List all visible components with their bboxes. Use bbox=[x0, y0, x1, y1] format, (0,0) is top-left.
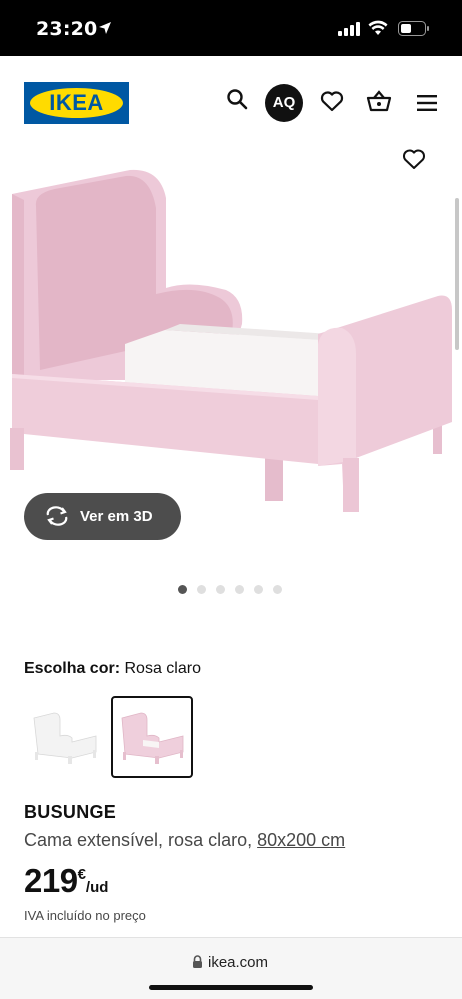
menu-icon[interactable] bbox=[416, 94, 438, 117]
url-text[interactable]: ikea.com bbox=[208, 954, 268, 971]
product-type: Cama extensível, rosa claro, bbox=[24, 830, 253, 850]
cellular-signal-icon bbox=[338, 22, 360, 41]
gallery-dot-1[interactable] bbox=[178, 585, 187, 594]
home-indicator[interactable] bbox=[149, 985, 313, 990]
color-swatch-white[interactable] bbox=[24, 696, 106, 778]
color-swatch-pink-selected[interactable] bbox=[111, 696, 193, 778]
gallery-dot-2[interactable] bbox=[197, 585, 206, 594]
status-bar: 23:20 bbox=[0, 0, 462, 56]
battery-icon bbox=[398, 21, 430, 41]
lock-icon bbox=[192, 955, 203, 974]
color-selection-label: Escolha cor: Rosa claro bbox=[24, 660, 201, 678]
gallery-dot-4[interactable] bbox=[235, 585, 244, 594]
view-in-3d-label: Ver em 3D bbox=[80, 508, 153, 525]
user-avatar[interactable]: AQ bbox=[265, 84, 303, 122]
gallery-dot-6[interactable] bbox=[273, 585, 282, 594]
wifi-icon bbox=[368, 20, 388, 41]
shopping-basket-icon[interactable] bbox=[366, 90, 392, 117]
status-time: 23:20 bbox=[36, 18, 98, 40]
rotate-3d-icon bbox=[44, 506, 70, 531]
price-unit: /ud bbox=[85, 879, 109, 896]
product-price: 219€/ud bbox=[24, 862, 108, 902]
gallery-dot-5[interactable] bbox=[254, 585, 263, 594]
product-image-bed bbox=[10, 169, 452, 512]
product-gallery[interactable]: Ver em 3D bbox=[0, 148, 462, 618]
search-icon[interactable] bbox=[226, 88, 248, 115]
vat-note: IVA incluído no preço bbox=[24, 908, 146, 923]
color-value: Rosa claro bbox=[124, 660, 201, 677]
heart-icon[interactable] bbox=[320, 90, 344, 117]
color-label: Escolha cor: bbox=[24, 660, 121, 677]
product-size-link[interactable]: 80x200 cm bbox=[257, 830, 345, 850]
logo-text: IKEA bbox=[49, 90, 104, 115]
gallery-dot-3[interactable] bbox=[216, 585, 225, 594]
location-arrow-icon bbox=[98, 21, 112, 40]
ikea-logo[interactable]: IKEA bbox=[24, 82, 129, 124]
product-name: BUSUNGE bbox=[24, 802, 117, 822]
price-currency: € bbox=[77, 866, 86, 883]
site-header: IKEA AQ bbox=[0, 56, 462, 148]
price-integer: 219 bbox=[24, 862, 78, 899]
product-description: Cama extensível, rosa claro, 80x200 cm bbox=[24, 830, 345, 851]
view-in-3d-button[interactable]: Ver em 3D bbox=[24, 493, 181, 540]
